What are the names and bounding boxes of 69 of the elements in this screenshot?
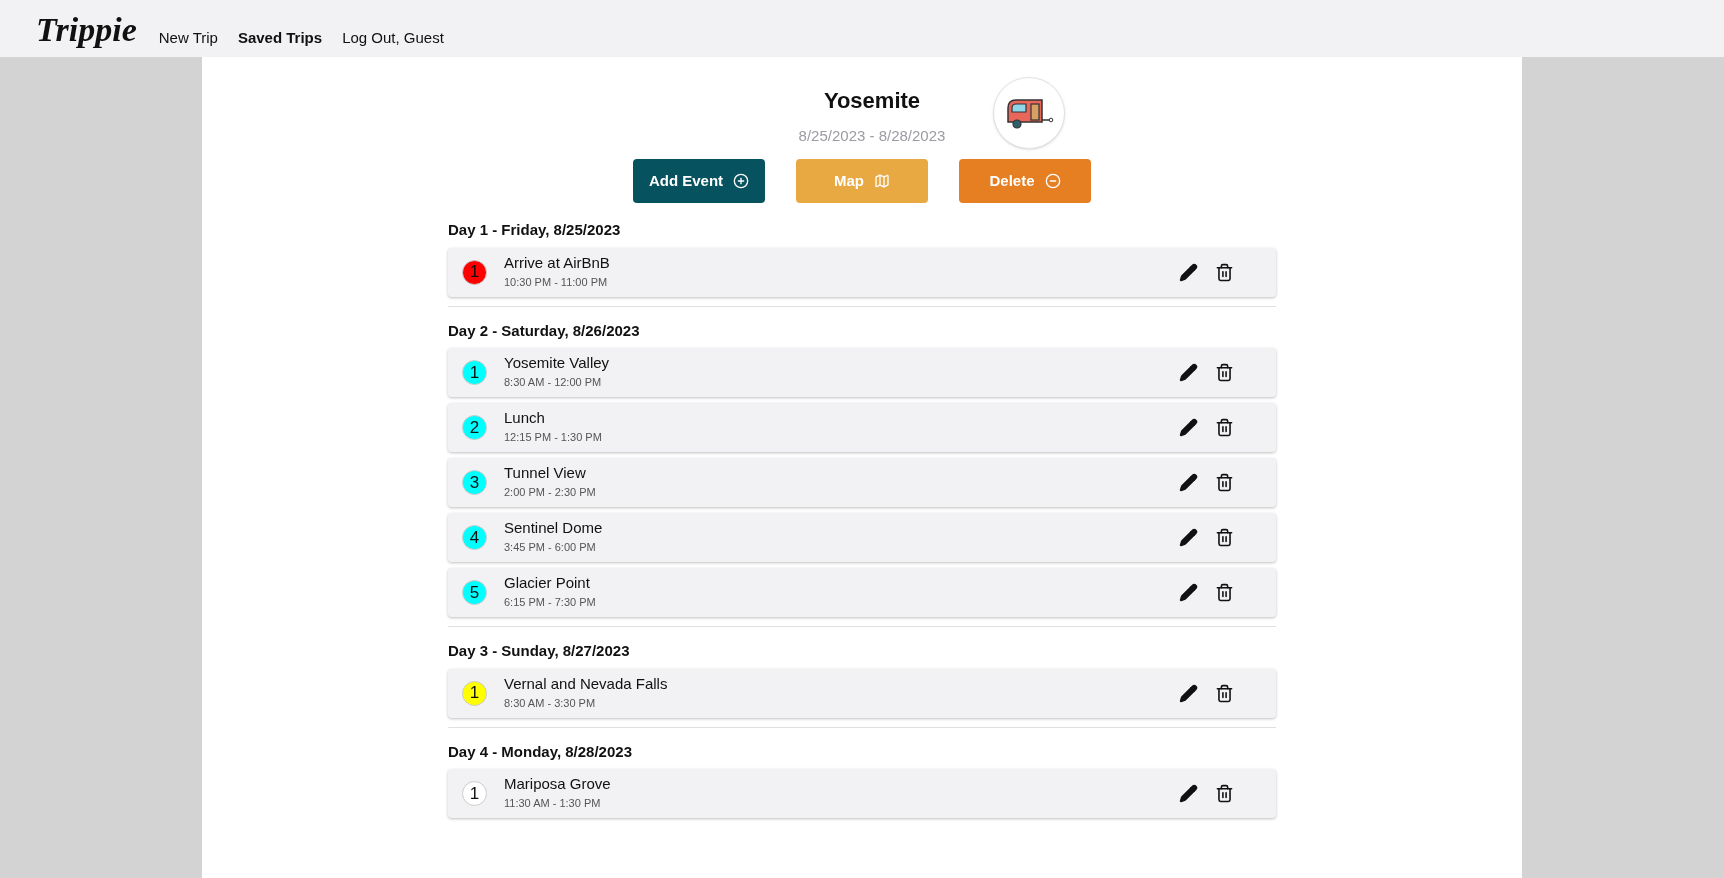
- nav-link[interactable]: New Trip: [158, 30, 218, 45]
- action-button[interactable]: Add Event: [633, 159, 765, 203]
- event-card[interactable]: 1 Yosemite Valley 8:30 AM - 12:00 PM: [448, 348, 1276, 397]
- event-number: 3: [462, 470, 487, 495]
- edit-button[interactable]: [1177, 361, 1200, 384]
- trip-dates: 8/25/2023 - 8/28/2023: [798, 126, 946, 147]
- edit-button[interactable]: [1177, 526, 1200, 549]
- event-name: Mariposa Grove: [504, 775, 612, 794]
- event-name: Tunnel View: [504, 464, 587, 483]
- trash-icon: [1215, 363, 1234, 382]
- event-name: Glacier Point: [504, 574, 591, 593]
- event-name: Yosemite Valley: [504, 354, 611, 373]
- logo[interactable]: Trippie: [36, 13, 137, 47]
- pencil-icon: [1179, 418, 1198, 437]
- trash-icon: [1215, 418, 1234, 437]
- pencil-icon: [1179, 363, 1198, 382]
- event-card[interactable]: 1 Mariposa Grove 11:30 AM - 1:30 PM: [448, 769, 1276, 818]
- nav-link[interactable]: Saved Trips: [237, 30, 323, 45]
- event-card[interactable]: 2 Lunch 12:15 PM - 1:30 PM: [448, 403, 1276, 452]
- minus-circle-icon: [1044, 173, 1061, 189]
- event-number: 1: [462, 360, 487, 385]
- event-time: 12:15 PM - 1:30 PM: [504, 430, 603, 446]
- trip-title: Yosemite: [823, 87, 921, 116]
- event-number: 5: [462, 580, 487, 605]
- trailer-icon: [1004, 96, 1055, 130]
- day-heading: Day 2 - Saturday, 8/26/2023: [448, 320, 641, 341]
- pencil-icon: [1179, 473, 1198, 492]
- event-name: Vernal and Nevada Falls: [504, 674, 669, 693]
- event-name: Arrive at AirBnB: [504, 253, 611, 272]
- edit-button[interactable]: [1177, 782, 1200, 805]
- event-card[interactable]: 1 Arrive at AirBnB 10:30 PM - 11:00 PM: [448, 247, 1276, 297]
- event-time: 2:00 PM - 2:30 PM: [504, 485, 597, 501]
- day-heading: Day 4 - Monday, 8/28/2023: [448, 741, 633, 762]
- map-icon: [874, 173, 890, 189]
- pencil-icon: [1179, 784, 1198, 803]
- event-number: 1: [462, 680, 487, 706]
- event-number: 2: [462, 415, 487, 440]
- trash-icon: [1215, 262, 1234, 282]
- pencil-icon: [1179, 683, 1198, 703]
- plus-circle-icon: [733, 173, 750, 189]
- trash-icon: [1215, 528, 1234, 547]
- event-time: 8:30 AM - 12:00 PM: [504, 375, 603, 391]
- event-number: 1: [462, 781, 487, 806]
- day-heading: Day 1 - Friday, 8/25/2023: [448, 220, 622, 240]
- event-card[interactable]: 4 Sentinel Dome 3:45 PM - 6:00 PM: [448, 513, 1276, 562]
- pencil-icon: [1179, 528, 1198, 547]
- event-card[interactable]: 3 Tunnel View 2:00 PM - 2:30 PM: [448, 458, 1276, 507]
- event-number: 1: [462, 259, 487, 285]
- edit-button[interactable]: [1177, 581, 1200, 604]
- trash-icon: [1215, 473, 1234, 492]
- day-heading: Day 3 - Sunday, 8/27/2023: [448, 641, 631, 661]
- event-time: 10:30 PM - 11:00 PM: [504, 274, 609, 290]
- trash-icon: [1215, 784, 1234, 803]
- trash-icon: [1215, 583, 1234, 602]
- event-time: 8:30 AM - 3:30 PM: [504, 695, 597, 711]
- edit-button[interactable]: [1177, 416, 1200, 439]
- event-name: Lunch: [504, 409, 546, 428]
- nav-link[interactable]: Log Out, Guest: [342, 30, 444, 45]
- event-name: Sentinel Dome: [504, 519, 604, 538]
- trash-icon: [1215, 683, 1234, 703]
- event-card[interactable]: 5 Glacier Point 6:15 PM - 7:30 PM: [448, 568, 1276, 617]
- edit-button[interactable]: [1177, 471, 1200, 494]
- event-time: 3:45 PM - 6:00 PM: [504, 540, 597, 556]
- event-card[interactable]: 1 Vernal and Nevada Falls 8:30 AM - 3:30 PM: [448, 668, 1276, 718]
- pencil-icon: [1179, 583, 1198, 602]
- event-time: 6:15 PM - 7:30 PM: [504, 595, 597, 611]
- pencil-icon: [1179, 262, 1198, 282]
- event-number: 4: [462, 525, 487, 550]
- event-time: 11:30 AM - 1:30 PM: [504, 796, 602, 812]
